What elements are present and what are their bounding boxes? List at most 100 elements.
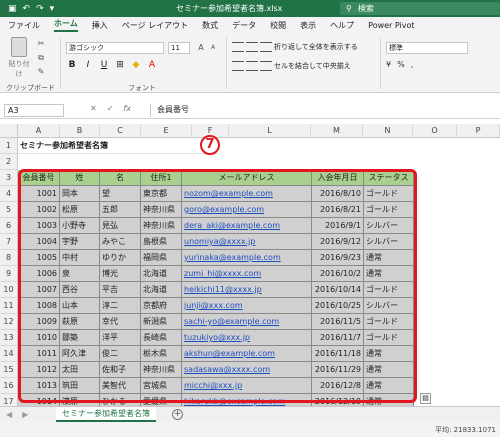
number-format-select[interactable]: 標準 [386, 42, 468, 54]
table-cell[interactable]: 1002 [18, 202, 60, 218]
formula-input[interactable]: 会員番号 [150, 104, 500, 117]
table-cell[interactable]: 美智代 [100, 378, 141, 394]
table-cell[interactable]: 2016/9/12 [312, 234, 364, 250]
next-sheet-icon[interactable]: ▶ [22, 410, 28, 419]
tab-home[interactable]: ホーム [54, 18, 78, 32]
table-cell[interactable]: 萩原 [60, 314, 100, 330]
function-icon[interactable]: fx [123, 104, 131, 113]
tab-page-layout[interactable]: ページ レイアウト [122, 20, 188, 31]
search-box[interactable]: ⚲ 検索 [340, 2, 500, 15]
align-center-icon[interactable] [246, 61, 258, 71]
bold-icon[interactable]: B [66, 60, 78, 70]
email-link[interactable]: zumi_hi@xxxx.com [182, 266, 312, 282]
table-cell[interactable]: 神奈川県 [141, 202, 182, 218]
table-cell[interactable]: 太田 [60, 362, 100, 378]
align-left-icon[interactable] [232, 61, 244, 71]
table-header-cell[interactable]: メールアドレス [182, 170, 312, 186]
table-cell[interactable]: 2016/10/2 [312, 266, 364, 282]
table-cell[interactable]: 1012 [18, 362, 60, 378]
tab-review[interactable]: 校閲 [270, 20, 286, 31]
table-cell[interactable]: 俊二 [100, 346, 141, 362]
table-cell[interactable]: 京都府 [141, 298, 182, 314]
email-link[interactable]: dera_aki@example.com [182, 218, 312, 234]
table-cell[interactable]: 2016/11/7 [312, 330, 364, 346]
table-header-cell[interactable]: ステータス [364, 170, 414, 186]
table-cell[interactable]: 鄒築 [60, 330, 100, 346]
decrease-font-icon[interactable]: A [208, 43, 218, 53]
table-cell[interactable]: ゴールド [364, 282, 414, 298]
tab-view[interactable]: 表示 [300, 20, 316, 31]
table-cell[interactable]: 2016/8/21 [312, 202, 364, 218]
table-cell[interactable]: 東京都 [141, 186, 182, 202]
table-cell[interactable]: 岡本 [60, 186, 100, 202]
align-bottom-icon[interactable] [260, 42, 272, 52]
email-link[interactable]: junji@xxx.com [182, 298, 312, 314]
row-header[interactable]: 10 [0, 282, 18, 298]
currency-icon[interactable]: ¥ [386, 60, 391, 69]
table-cell[interactable]: 筑田 [60, 378, 100, 394]
table-cell[interactable]: 1011 [18, 346, 60, 362]
table-cell[interactable]: 通常 [364, 378, 414, 394]
table-cell[interactable]: 2016/9/23 [312, 250, 364, 266]
table-cell[interactable]: 通常 [364, 362, 414, 378]
table-header-cell[interactable]: 名 [100, 170, 141, 186]
table-cell[interactable]: 2016/11/29 [312, 362, 364, 378]
increase-font-icon[interactable]: A [196, 43, 206, 53]
font-name-select[interactable]: 游ゴシック [66, 42, 164, 54]
table-header-cell[interactable]: 会員番号 [18, 170, 60, 186]
column-header[interactable]: B [60, 124, 100, 138]
wrap-text-button[interactable]: 折り返して全体を表示する [274, 42, 358, 52]
table-header-cell[interactable]: 住所1 [141, 170, 182, 186]
tab-insert[interactable]: 挿入 [92, 20, 108, 31]
table-cell[interactable]: シルバー [364, 218, 414, 234]
table-cell[interactable]: 松原 [60, 202, 100, 218]
undo-icon[interactable]: ↶ [23, 4, 31, 14]
table-header-cell[interactable]: 姓 [60, 170, 100, 186]
table-cell[interactable]: シルバー [364, 234, 414, 250]
paste-button[interactable]: 貼り付け [6, 37, 32, 78]
table-cell[interactable]: 佐和子 [100, 362, 141, 378]
row-header[interactable]: 8 [0, 250, 18, 266]
font-color-icon[interactable]: A [146, 60, 158, 70]
merge-center-button[interactable]: セルを結合して中央揃え [274, 61, 351, 71]
table-cell[interactable]: 1013 [18, 378, 60, 394]
format-painter-icon[interactable]: ✎ [36, 67, 46, 77]
table-cell[interactable]: 1005 [18, 250, 60, 266]
column-header[interactable]: M [311, 124, 363, 138]
table-cell[interactable]: 博光 [100, 266, 141, 282]
row-header[interactable]: 3 [0, 170, 18, 186]
table-cell[interactable]: みやこ [100, 234, 141, 250]
column-header[interactable]: L [229, 124, 311, 138]
table-cell[interactable]: 2016/10/14 [312, 282, 364, 298]
table-cell[interactable]: 宇野 [60, 234, 100, 250]
table-cell[interactable]: 2016/9/1 [312, 218, 364, 234]
tab-file[interactable]: ファイル [8, 20, 40, 31]
border-icon[interactable]: ⊞ [114, 60, 126, 70]
table-cell[interactable]: 長崎県 [141, 330, 182, 346]
column-header[interactable]: A [18, 124, 60, 138]
table-cell[interactable]: 1008 [18, 298, 60, 314]
table-cell[interactable]: 望 [100, 186, 141, 202]
table-cell[interactable]: ゴールド [364, 330, 414, 346]
table-cell[interactable]: 1004 [18, 234, 60, 250]
table-cell[interactable]: 山本 [60, 298, 100, 314]
row-header[interactable]: 9 [0, 266, 18, 282]
table-cell[interactable]: 2016/8/10 [312, 186, 364, 202]
row-header[interactable]: 7 [0, 234, 18, 250]
email-link[interactable]: goro@example.com [182, 202, 312, 218]
align-top-icon[interactable] [232, 42, 244, 52]
table-header-cell[interactable]: 入会年月日 [312, 170, 364, 186]
table-cell[interactable]: 神奈川県 [141, 218, 182, 234]
table-cell[interactable]: 1006 [18, 266, 60, 282]
comma-icon[interactable]: , [411, 60, 414, 69]
table-cell[interactable]: 泉 [60, 266, 100, 282]
column-header[interactable]: E [141, 124, 192, 138]
table-cell[interactable]: 栃木県 [141, 346, 182, 362]
column-header[interactable]: P [457, 124, 500, 138]
table-cell[interactable]: 北海道 [141, 282, 182, 298]
column-header[interactable]: O [413, 124, 457, 138]
dropdown-icon[interactable]: ▾ [50, 4, 55, 14]
tab-data[interactable]: データ [232, 20, 256, 31]
row-header[interactable]: 16 [0, 378, 18, 394]
email-link[interactable]: heikichi11@xxxx.jp [182, 282, 312, 298]
